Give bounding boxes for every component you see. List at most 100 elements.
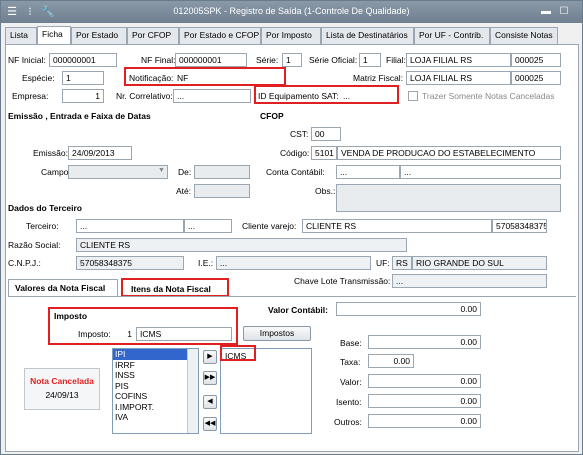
filial-field[interactable]: LOJA FILIAL RS [406,53,511,67]
cnpj-label: C.N.P.J.: [8,258,41,268]
tab-por-cfop[interactable]: Por CFOP [127,27,179,44]
nr-correlativo-label: Nr. Correlativo: [116,91,173,101]
tab-valores-nota-fiscal[interactable]: Valores da Nota Fiscal [8,279,118,296]
uf-desc-field[interactable]: RIO GRANDE DO SUL [412,256,547,270]
cst-field[interactable]: 00 [311,127,341,141]
tab-por-imposto[interactable]: Por Imposto [261,27,321,44]
minimize-icon[interactable]: ▬ [538,5,554,18]
empresa-label: Empresa: [12,91,49,101]
matriz-fiscal-label: Matriz Fiscal: [353,73,404,83]
base-label: Base: [340,338,362,348]
cnpj-field[interactable]: 57058348375 [76,256,184,270]
move-right-icon[interactable]: ▶ [203,350,217,364]
chevron-down-icon[interactable]: ▼ [158,167,165,174]
id-equipamento-label: ID Equipamento SAT: [258,91,339,101]
list-item[interactable]: I.IMPORT. [113,402,198,413]
chave-lote-field[interactable]: ... [392,274,547,288]
tab-ficha[interactable]: Ficha [37,26,71,45]
list-item[interactable]: IPI [113,349,198,360]
valor-contabil-field[interactable]: 0.00 [336,302,481,316]
available-taxes-list[interactable]: IPI IRRF INSS PIS COFINS I.IMPORT. IVA [112,348,199,434]
obs-label: Obs.: [315,186,336,196]
id-equipamento-field[interactable]: ... [339,89,395,103]
serie-field[interactable]: 1 [282,53,302,67]
nf-inicial-label: NF Inicial: [8,55,46,65]
serie-label: Série: [256,55,279,65]
campo-label: Campo: [41,167,71,177]
imposto-name-field[interactable]: ICMS [136,327,232,341]
codigo-desc-field[interactable]: VENDA DE PRODUCAO DO ESTABELECIMENTO [337,146,561,160]
serie-oficial-label: Série Oficial: [309,55,358,65]
move-all-right-icon[interactable]: ▶▶ [203,371,217,385]
campo-dropdown[interactable] [68,165,168,179]
cliente-varejo-label: Cliente varejo: [242,221,297,231]
tab-por-estado-cfop[interactable]: Por Estado e CFOP [179,27,261,44]
list-item[interactable]: INSS [113,370,198,381]
serie-oficial-field[interactable]: 1 [359,53,381,67]
tab-por-estado[interactable]: Por Estado [71,27,127,44]
icms-highlight [220,345,256,361]
nr-correlativo-field[interactable]: ... [173,89,251,103]
nota-cancelada-date: 24/09/13 [45,390,79,400]
nf-inicial-field[interactable]: 000000001 [49,53,117,67]
cliente-varejo-field[interactable]: CLIENTE RS [302,219,492,233]
taxa-field[interactable]: 0.00 [368,354,414,368]
matriz-fiscal-field[interactable]: LOJA FILIAL RS [406,71,511,85]
list-item[interactable]: IRRF [113,360,198,371]
conta-contabil-desc-field[interactable]: ... [400,165,561,179]
codigo-field[interactable]: 5101 [311,146,337,160]
list-item[interactable]: COFINS [113,391,198,402]
imposto-num-field[interactable]: 1 [116,327,136,341]
obs-field[interactable] [336,184,561,212]
filial-code-field[interactable]: 000025 [511,53,561,67]
tab-itens-nota-fiscal[interactable]: Itens da Nota Fiscal [124,280,226,297]
outros-label: Outros: [334,417,362,427]
maximize-icon[interactable]: ☐ [556,5,572,18]
nota-cancelada-box: Nota Cancelada 24/09/13 [24,368,100,410]
tab-por-uf[interactable]: Por UF - Contrib. [414,27,490,44]
trazer-canceladas-label: Trazer Somente Notas Canceladas [422,91,555,101]
imposto-section-title: Imposto [54,311,88,321]
cliente-code-field[interactable]: 57058348375 [492,219,547,233]
valor-contabil-label: Valor Contábil: [268,305,328,315]
tab-lista-destinatarios[interactable]: Lista de Destinatários [321,27,414,44]
terceiro-desc-field[interactable]: ... [184,219,232,233]
notificacao-field[interactable]: NF [173,71,280,85]
de-field[interactable] [194,165,250,179]
nota-cancelada-label: Nota Cancelada [30,376,94,386]
list-item[interactable]: PIS [113,381,198,392]
imposto-label: Imposto: [78,329,111,339]
valor-field[interactable]: 0.00 [368,374,481,388]
title-bar: ☰ ⁝ 🔧 012005SPK - Registro de Saída (1-C… [1,1,582,23]
isento-field[interactable]: 0.00 [368,394,481,408]
emissao-field[interactable]: 24/09/2013 [68,146,132,160]
move-all-left-icon[interactable]: ◀◀ [203,417,217,431]
base-field[interactable]: 0.00 [368,335,481,349]
especie-field[interactable]: 1 [62,71,104,85]
main-window: ☰ ⁝ 🔧 012005SPK - Registro de Saída (1-C… [0,0,583,455]
valor-label: Valor: [340,377,362,387]
conta-contabil-field[interactable]: ... [336,165,400,179]
ate-field[interactable] [194,184,250,198]
nf-final-field[interactable]: 000000001 [175,53,247,67]
move-left-icon[interactable]: ◀ [203,395,217,409]
nf-final-label: NF Final: [141,55,176,65]
terceiro-field[interactable]: ... [76,219,184,233]
tab-lista[interactable]: Lista [5,27,37,44]
outros-field[interactable]: 0.00 [368,414,481,428]
impostos-button[interactable]: Impostos [243,326,311,341]
ie-field[interactable]: ... [216,256,371,270]
razao-social-field[interactable]: CLIENTE RS [76,238,407,252]
list-scrollbar[interactable] [187,349,198,433]
tab-consiste-notas[interactable]: Consiste Notas [490,27,558,44]
uf-field[interactable]: RS [392,256,412,270]
terceiro-section-title: Dados do Terceiro [8,203,82,213]
matriz-code-field[interactable]: 000025 [511,71,561,85]
subtab-divider [8,296,576,297]
list-item[interactable]: IVA [113,412,198,423]
cst-label: CST: [290,129,309,139]
empresa-field[interactable]: 1 [62,89,104,103]
filial-label: Filial: [386,55,406,65]
trazer-canceladas-checkbox[interactable] [408,91,418,101]
window-title: 012005SPK - Registro de Saída (1-Control… [173,6,410,16]
